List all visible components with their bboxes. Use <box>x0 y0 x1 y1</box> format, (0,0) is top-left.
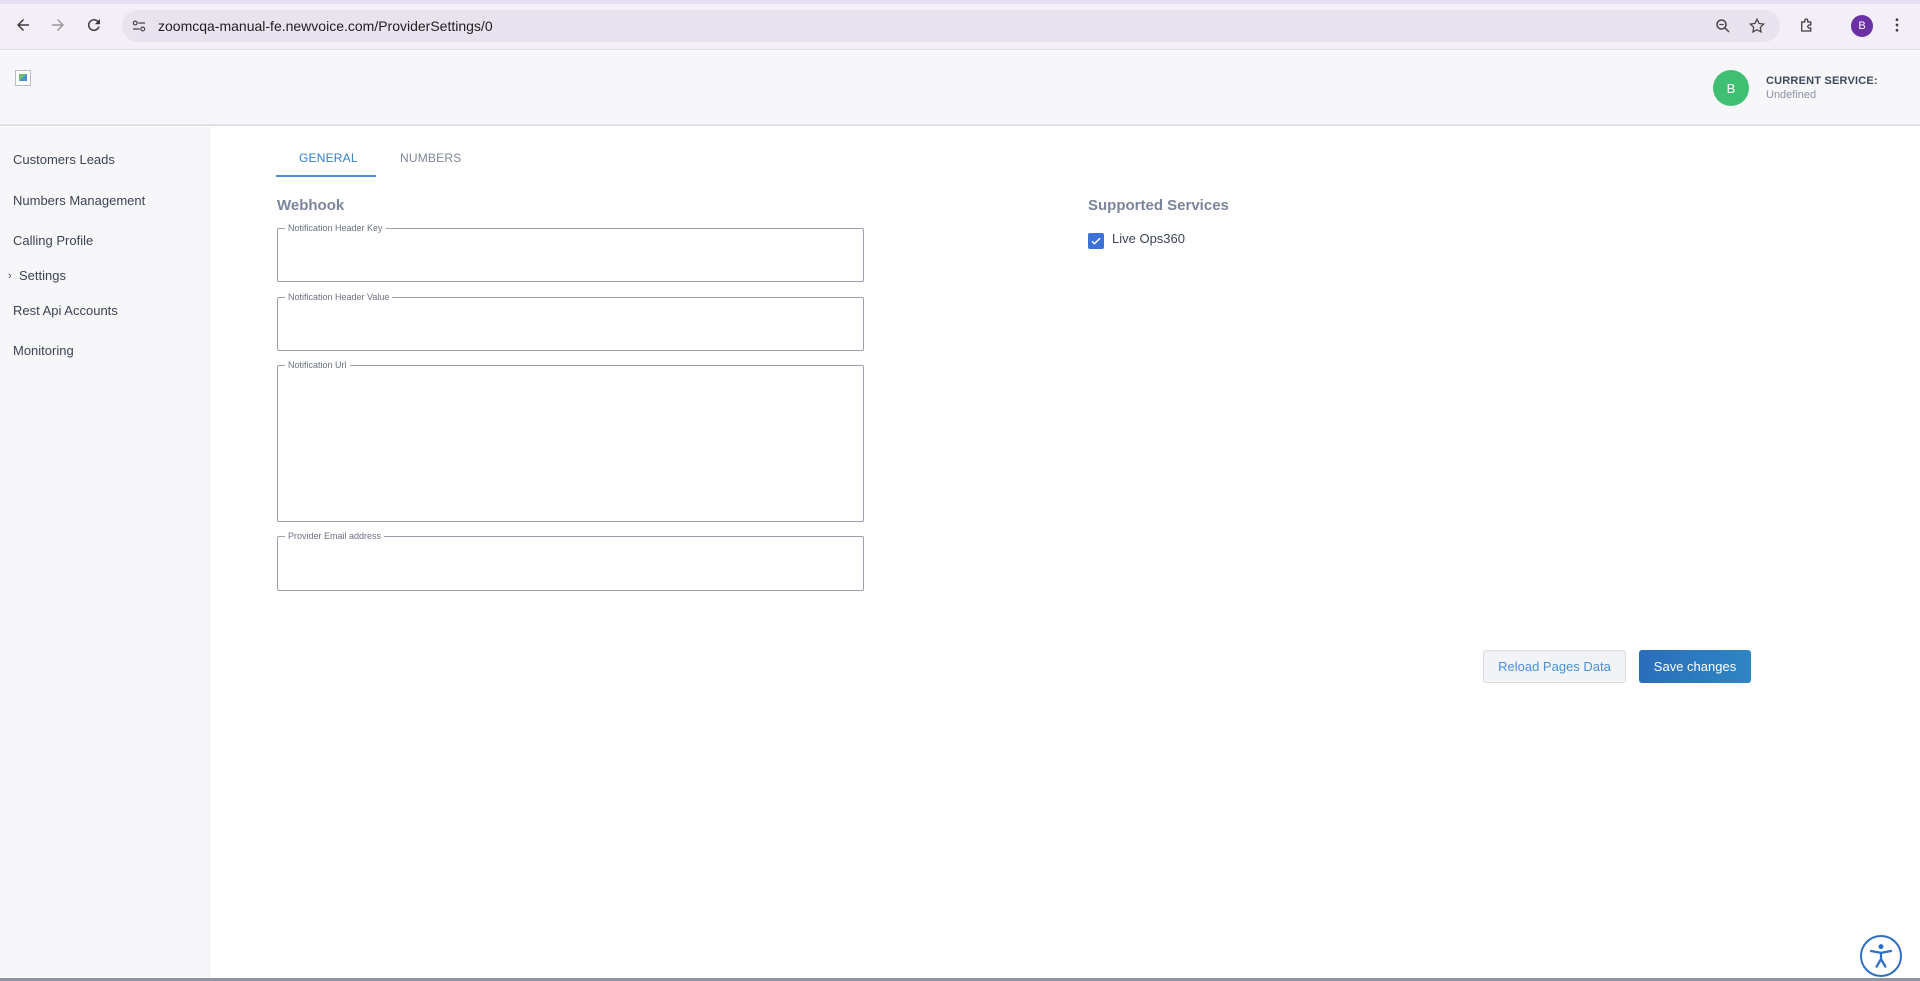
sidebar-item-customers-leads[interactable]: Customers Leads <box>13 152 115 167</box>
app-header <box>0 51 1920 126</box>
logo-image <box>15 70 31 86</box>
save-changes-button[interactable]: Save changes <box>1639 650 1751 683</box>
user-avatar[interactable]: B <box>1713 70 1749 106</box>
chevron-right-icon[interactable]: › <box>8 270 12 282</box>
star-icon[interactable] <box>1748 17 1766 35</box>
provider-email-input[interactable] <box>288 551 848 566</box>
sidebar-item-calling-profile[interactable]: Calling Profile <box>13 233 93 248</box>
notification-header-key-field[interactable]: Notification Header Key <box>277 223 864 282</box>
notification-url-label: Notification Url <box>285 360 350 371</box>
current-service-label: CURRENT SERVICE: <box>1766 75 1878 87</box>
sidebar-item-monitoring[interactable]: Monitoring <box>13 343 74 358</box>
check-icon <box>1091 237 1101 245</box>
back-icon[interactable] <box>12 14 34 36</box>
menu-icon[interactable] <box>1886 14 1908 36</box>
notification-header-key-input[interactable] <box>288 243 848 258</box>
notification-url-textarea[interactable] <box>288 380 848 510</box>
sidebar-item-numbers-management[interactable]: Numbers Management <box>13 193 145 208</box>
provider-email-label: Provider Email address <box>285 531 385 542</box>
provider-email-field[interactable]: Provider Email address <box>277 531 864 591</box>
supported-services-title: Supported Services <box>1088 197 1229 214</box>
active-tab-indicator <box>276 175 376 177</box>
url-text[interactable]: zoomcqa-manual-fe.newvoice.com/ProviderS… <box>158 18 493 34</box>
tab-strip <box>0 0 1920 4</box>
address-bar[interactable]: zoomcqa-manual-fe.newvoice.com/ProviderS… <box>122 10 1780 42</box>
reload-icon[interactable] <box>83 14 105 36</box>
notification-header-value-field[interactable]: Notification Header Value <box>277 292 864 351</box>
notification-header-value-label: Notification Header Value <box>285 292 393 303</box>
browser-toolbar: zoomcqa-manual-fe.newvoice.com/ProviderS… <box>0 0 1920 50</box>
notification-header-value-input[interactable] <box>288 312 848 327</box>
live-ops360-label[interactable]: Live Ops360 <box>1112 231 1185 246</box>
browser-profile-avatar[interactable]: B <box>1851 15 1873 37</box>
sidebar <box>0 127 210 981</box>
sidebar-item-rest-api-accounts[interactable]: Rest Api Accounts <box>13 303 118 318</box>
notification-header-key-label: Notification Header Key <box>285 223 386 234</box>
extensions-icon[interactable] <box>1796 14 1818 36</box>
forward-icon[interactable] <box>47 14 69 36</box>
accessibility-icon[interactable] <box>1860 935 1902 977</box>
site-info-icon[interactable] <box>130 17 148 35</box>
live-ops360-checkbox[interactable] <box>1088 233 1104 249</box>
tab-numbers[interactable]: NUMBERS <box>400 151 461 165</box>
reload-pages-data-button[interactable]: Reload Pages Data <box>1483 650 1626 683</box>
tab-general[interactable]: GENERAL <box>299 151 358 165</box>
sidebar-item-settings[interactable]: Settings <box>19 268 66 283</box>
current-service-value: Undefined <box>1766 89 1817 101</box>
notification-url-field[interactable]: Notification Url <box>277 360 864 522</box>
webhook-title: Webhook <box>277 197 345 214</box>
zoom-icon[interactable] <box>1714 17 1732 35</box>
